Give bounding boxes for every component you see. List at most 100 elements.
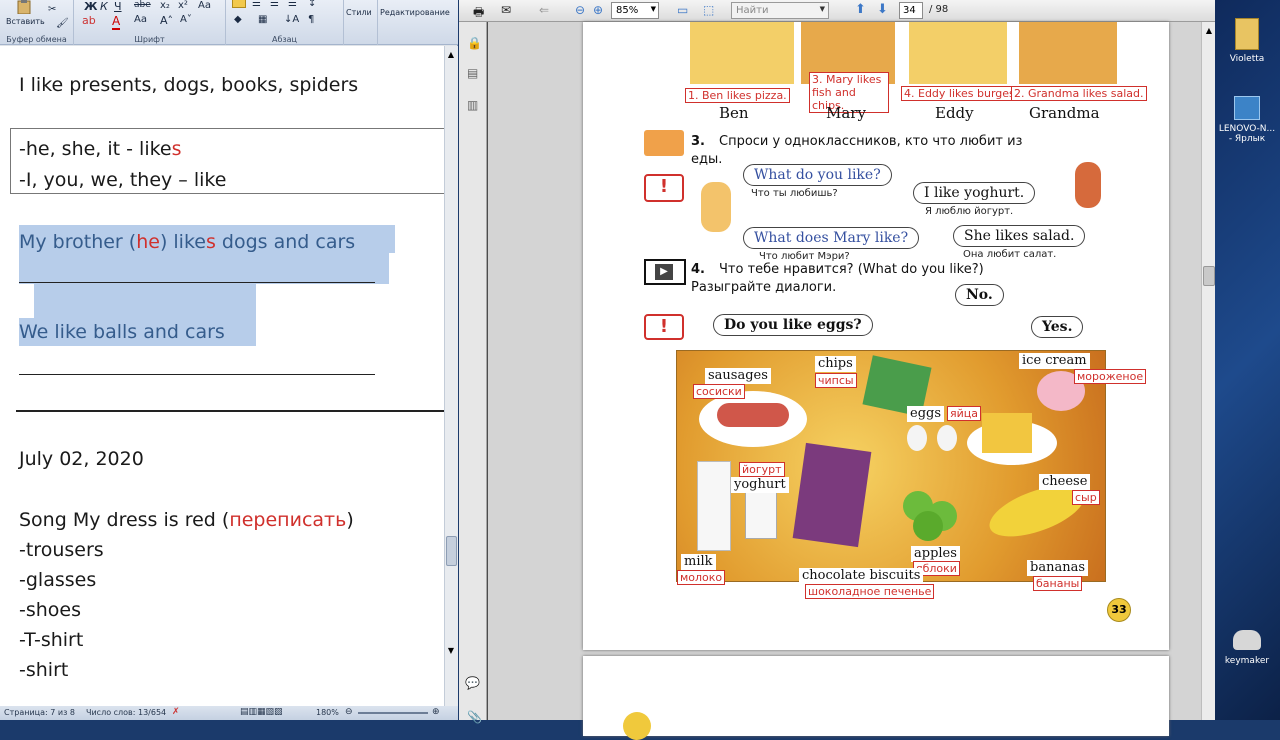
print-icon[interactable]: 🖶	[473, 3, 484, 24]
justify-icon[interactable]: ☰	[288, 0, 297, 9]
yoghurt-cup	[745, 491, 777, 539]
scroll-down-icon[interactable]: ▼	[446, 646, 456, 656]
show-marks-icon[interactable]: ¶	[308, 14, 314, 25]
zoom-value: 85%	[616, 5, 639, 16]
back-icon[interactable]: ⇐	[539, 3, 549, 17]
chevron-down-icon[interactable]: ▼	[651, 5, 656, 13]
italic-button[interactable]: К	[100, 0, 108, 13]
scroll-up-icon[interactable]: ▲	[446, 50, 456, 60]
clear-format-button[interactable]: Aa	[198, 0, 211, 11]
grow-font-button[interactable]: A˄	[160, 14, 173, 27]
find-input[interactable]: Найти ▼	[731, 2, 829, 19]
exercise-4-number: 4.	[691, 262, 705, 277]
food-label-yoghurt: yoghurt	[731, 477, 789, 493]
pdf-vertical-scrollbar[interactable]: ▲	[1201, 22, 1215, 720]
scroll-thumb[interactable]	[1203, 266, 1215, 286]
example-line-1: My brother (he) likes dogs and cars	[19, 231, 355, 253]
food-translation-eggs: яйца	[947, 406, 981, 421]
previous-page-icon[interactable]: ⬆	[855, 2, 866, 17]
shading-icon[interactable]: ◆	[234, 14, 242, 25]
bold-button[interactable]: Ж	[84, 0, 97, 13]
page-number-input[interactable]: 34	[899, 2, 923, 19]
subscript-button[interactable]: x₂	[160, 0, 170, 11]
editing-group[interactable]: Редактирование	[378, 0, 458, 45]
separator-line	[16, 410, 444, 412]
food-label-chocolate-biscuits: chocolate biscuits	[799, 568, 924, 584]
bookmarks-icon[interactable]: ▥	[467, 98, 478, 112]
zoom-input[interactable]: 85% ▼	[611, 2, 659, 19]
paste-button[interactable]: Вставить	[6, 0, 45, 32]
pdf-page-33: 1. Ben likes pizza. 3. Mary likes fish a…	[583, 22, 1169, 650]
egg	[907, 425, 927, 451]
scroll-up-icon[interactable]: ▲	[1203, 26, 1215, 35]
bubble-no: No.	[955, 284, 1004, 306]
zoom-level[interactable]: 180%	[316, 708, 339, 717]
selection-highlight	[34, 284, 256, 318]
zoom-out-icon[interactable]: ⊖	[345, 707, 353, 717]
food-label-ice-cream: ice cream	[1019, 353, 1090, 369]
pdf-document-view[interactable]: 1. Ben likes pizza. 3. Mary likes fish a…	[488, 22, 1215, 740]
zoom-out-pdf-icon[interactable]: ⊖	[575, 3, 585, 17]
superscript-button[interactable]: x²	[178, 0, 188, 11]
desktop-icon-label: - Ярлык	[1228, 134, 1266, 144]
fit-width-icon[interactable]: ⬚	[703, 3, 714, 17]
attachment-icon[interactable]: 📎	[467, 710, 482, 724]
brush-icon[interactable]: 🖌	[56, 18, 69, 29]
borders-icon[interactable]: ▦	[258, 14, 267, 25]
computer-icon	[1234, 96, 1260, 120]
sort-icon[interactable]: ↓A	[284, 14, 299, 25]
strikethrough-button[interactable]: abe	[134, 0, 151, 10]
share-icon[interactable]: ✉	[501, 3, 511, 17]
pages-icon[interactable]: ▤	[467, 66, 478, 80]
document-page[interactable]: I like presents, dogs, books, spiders -h…	[0, 46, 444, 706]
format-painter-icon[interactable]: ✂	[48, 4, 56, 15]
word-vertical-scrollbar[interactable]: ▲ ▼	[444, 46, 458, 706]
change-case-button[interactable]: Aa	[134, 14, 147, 25]
proofing-icon[interactable]: ✗	[172, 707, 180, 717]
font-color-button[interactable]: A	[112, 14, 121, 30]
comments-icon[interactable]: 💬	[465, 676, 480, 690]
chevron-down-icon[interactable]: ▼	[820, 5, 825, 13]
page-total: / 98	[929, 4, 949, 15]
zoom-slider[interactable]	[358, 712, 428, 714]
song-line: Song My dress is red (переписать)	[19, 509, 354, 531]
desktop-icon-violetta[interactable]: Violetta	[1217, 18, 1277, 64]
scroll-thumb[interactable]	[446, 536, 457, 566]
desktop-icon-label: LENOVO-N...	[1218, 124, 1276, 134]
name-eddy: Eddy	[935, 104, 974, 122]
find-placeholder: Найти	[736, 5, 769, 16]
ex1-pre: My brother (	[19, 231, 137, 253]
next-page-icon[interactable]: ⬇	[877, 2, 888, 17]
view-buttons-icon[interactable]: ▤▥▦▧▨	[240, 707, 283, 717]
status-page[interactable]: Страница: 7 из 8	[4, 708, 75, 717]
bubble-what-does-mary-like: What does Mary like?	[743, 227, 920, 249]
pdf-toolbar: 🖶 ✉ ⇐ ⊖ ⊕ 85% ▼ ▭ ⬚ Найти ▼ ⬆ ⬇ 34 / 98	[459, 0, 1215, 22]
ben-illustration	[690, 22, 794, 84]
pdf-viewer-window: 🖶 ✉ ⇐ ⊖ ⊕ 85% ▼ ▭ ⬚ Найти ▼ ⬆ ⬇ 34 / 98 🔒 …	[459, 0, 1215, 740]
desktop-icon-keymaker[interactable]: keymaker	[1217, 630, 1277, 666]
highlight-color-button[interactable]: ab	[82, 14, 96, 27]
folder-icon	[1235, 18, 1259, 50]
status-words[interactable]: Число слов: 13/654	[86, 708, 166, 717]
zoom-in-pdf-icon[interactable]: ⊕	[593, 3, 603, 17]
line-spacing-icon[interactable]: ↕	[308, 0, 316, 9]
editing-button[interactable]: Редактирование	[380, 8, 450, 17]
underline-button[interactable]: Ч	[114, 0, 122, 13]
attention-icon: !	[644, 174, 684, 202]
fit-page-icon[interactable]: ▭	[677, 3, 688, 17]
list-item: -T-shirt	[19, 629, 84, 651]
list-item: -shirt	[19, 659, 69, 681]
bubble-sub: Что ты любишь?	[751, 188, 838, 199]
lock-icon[interactable]: 🔒	[467, 36, 482, 50]
styles-group[interactable]: Стили	[344, 0, 378, 45]
zoom-in-icon[interactable]: ⊕	[432, 707, 440, 717]
align-center-icon[interactable]: ☰	[252, 0, 261, 9]
align-right-icon[interactable]: ☰	[270, 0, 279, 9]
align-left-button[interactable]	[232, 0, 246, 8]
shrink-font-button[interactable]: A˅	[180, 14, 192, 25]
food-label-milk: milk	[681, 554, 716, 570]
styles-button[interactable]: Стили	[346, 8, 372, 17]
rule-line-b: -I, you, we, they – like	[19, 169, 227, 191]
desktop-icon-lenovo[interactable]: LENOVO-N... - Ярлык	[1217, 96, 1277, 144]
grandma-illustration	[1019, 22, 1117, 84]
